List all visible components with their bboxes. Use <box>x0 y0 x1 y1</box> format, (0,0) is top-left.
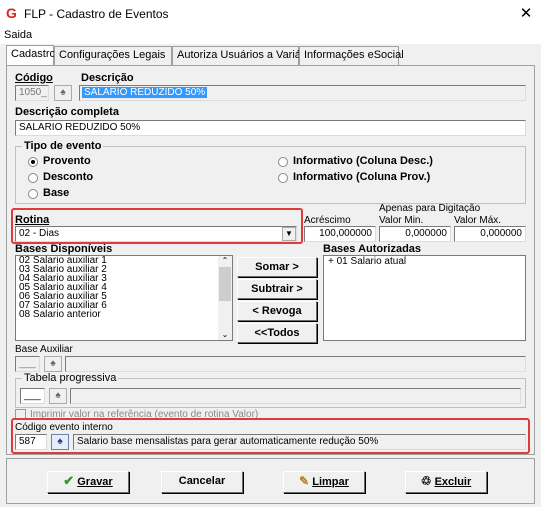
bases-disponiveis-list[interactable]: 02 Salario auxiliar 1 03 Salario auxilia… <box>15 255 233 341</box>
binoculars-icon[interactable]: ♠ <box>49 388 67 404</box>
valor-max-field[interactable]: 0,000000 <box>454 226 526 242</box>
tab-label: Cadastro <box>11 48 56 60</box>
tabela-progressiva-desc <box>70 388 521 404</box>
tab-informacoes-esocial[interactable]: Informações eSocial <box>299 46 404 66</box>
radio-desconto[interactable] <box>28 173 38 183</box>
tab-autoriza-usuarios[interactable]: Autoriza Usuários a Variáveis <box>172 46 320 66</box>
descricao-label: Descrição <box>81 72 134 84</box>
digitacao-header: Apenas para Digitação <box>379 203 481 214</box>
cancelar-button[interactable]: Cancelar <box>161 471 243 493</box>
base-auxiliar-field[interactable]: ___ <box>15 356 40 372</box>
informativo-prov-label: Informativo (Coluna Prov.) <box>293 171 431 183</box>
cadastro-panel: Código Descrição 1050_ ♠ SALARIO REDUZID… <box>6 65 535 455</box>
tab-label: Informações eSocial <box>304 49 404 61</box>
close-icon[interactable]: ✕ <box>517 4 535 22</box>
radio-informativo-desc[interactable] <box>278 157 288 167</box>
tab-strip: Cadastro Configurações Legais Autoriza U… <box>6 45 536 66</box>
provento-label: Provento <box>43 155 91 167</box>
somar-button[interactable]: Somar > <box>237 257 317 277</box>
descricao-field[interactable]: SALARIO REDUZIDO 50% <box>79 85 526 101</box>
bases-autorizadas-list[interactable]: + 01 Salario atual <box>323 255 526 341</box>
base-auxiliar-label: Base Auxiliar <box>15 344 73 355</box>
tab-cadastro[interactable]: Cadastro <box>6 45 56 66</box>
excluir-label: Excluir <box>434 476 472 488</box>
valor-min-label: Valor Min. <box>379 215 424 226</box>
tab-configuracoes-legais[interactable]: Configurações Legais <box>54 46 172 66</box>
limpar-button[interactable]: ✎ Limpar <box>283 471 365 493</box>
tabela-progressiva-group: Tabela progressiva ___ ♠ <box>15 372 526 408</box>
excluir-button[interactable]: ♲ Excluir <box>405 471 487 493</box>
codigo-evento-highlight <box>11 418 530 454</box>
gravar-button[interactable]: ✔ Gravar <box>47 471 129 493</box>
binoculars-icon[interactable]: ♠ <box>54 85 72 101</box>
action-bar: ✔ Gravar Cancelar ✎ Limpar ♲ Excluir <box>6 458 535 504</box>
scroll-down-icon[interactable]: ⌄ <box>218 330 232 339</box>
tabela-progressiva-title: Tabela progressiva <box>22 372 119 384</box>
acrescimo-field[interactable]: 100,000000 <box>304 226 376 242</box>
limpar-label: Limpar <box>312 476 349 488</box>
window-title: FLP - Cadastro de Eventos <box>24 7 169 21</box>
radio-informativo-prov[interactable] <box>278 173 288 183</box>
base-auxiliar-desc <box>65 356 526 372</box>
valor-min-field[interactable]: 0,000000 <box>379 226 451 242</box>
vertical-scrollbar[interactable]: ⌃ ⌄ <box>218 256 232 340</box>
title-bar: G FLP - Cadastro de Eventos ✕ <box>0 0 541 28</box>
scroll-up-icon[interactable]: ⌃ <box>218 256 232 265</box>
checkmark-icon: ✔ <box>63 473 75 488</box>
tab-label: Configurações Legais <box>59 49 166 61</box>
list-item[interactable]: 08 Salario anterior <box>16 310 232 320</box>
broom-icon: ✎ <box>299 474 310 488</box>
acrescimo-label: Acréscimo <box>304 215 351 226</box>
scroll-thumb[interactable] <box>219 267 231 301</box>
tabela-progressiva-field[interactable]: ___ <box>20 388 45 404</box>
tipo-evento-title: Tipo de evento <box>22 140 104 152</box>
trash-icon: ♲ <box>420 474 432 488</box>
informativo-desc-label: Informativo (Coluna Desc.) <box>293 155 433 167</box>
cancelar-label: Cancelar <box>178 475 226 487</box>
codigo-field[interactable]: 1050_ <box>15 85 49 101</box>
menu-saida[interactable]: Saida <box>4 29 32 41</box>
subtrair-button[interactable]: Subtrair > <box>237 279 317 299</box>
list-item[interactable]: + 01 Salario atual <box>324 256 525 268</box>
rotina-highlight <box>11 208 303 244</box>
descricao-value: SALARIO REDUZIDO 50% <box>82 87 208 98</box>
radio-base[interactable] <box>28 189 38 199</box>
menu-bar: Saida <box>0 28 541 44</box>
gravar-label: Gravar <box>77 476 113 488</box>
bases-disponiveis-label: Bases Disponíveis <box>15 243 113 255</box>
tipo-evento-group: Tipo de evento Provento Desconto Base In… <box>15 140 526 204</box>
descricao-completa-label: Descrição completa <box>15 106 119 118</box>
revoga-button[interactable]: < Revoga <box>237 301 317 321</box>
app-logo-icon: G <box>6 5 17 21</box>
binoculars-icon[interactable]: ♠ <box>44 356 62 372</box>
radio-provento[interactable] <box>28 157 38 167</box>
desconto-label: Desconto <box>43 171 94 183</box>
valor-max-label: Valor Máx. <box>454 215 502 226</box>
codigo-label: Código <box>15 72 53 84</box>
bases-autorizadas-label: Bases Autorizadas <box>323 243 422 255</box>
base-label: Base <box>43 187 70 199</box>
descricao-completa-field[interactable]: SALARIO REDUZIDO 50% <box>15 120 526 136</box>
todos-button[interactable]: <<Todos <box>237 323 317 343</box>
